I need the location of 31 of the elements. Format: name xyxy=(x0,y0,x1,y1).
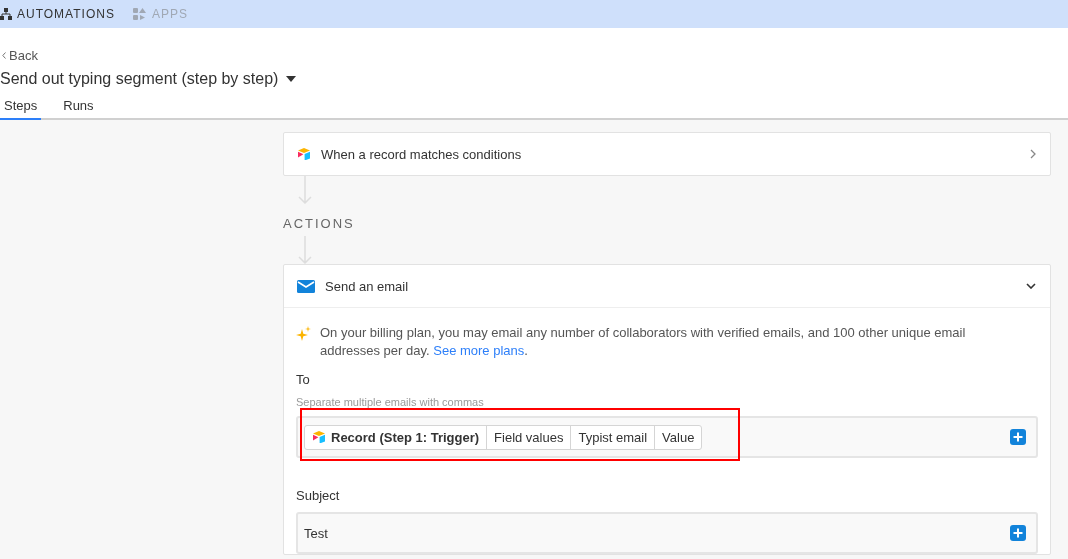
logo-icon xyxy=(312,431,326,443)
hierarchy-icon xyxy=(0,8,12,20)
back-link[interactable]: Back xyxy=(2,48,38,63)
tab[interactable]: Runs xyxy=(59,96,98,120)
sparkle-icon xyxy=(296,326,311,341)
token-chip[interactable]: Typist email xyxy=(570,425,655,449)
chevron-right-icon[interactable] xyxy=(1030,149,1036,159)
apps-icon xyxy=(132,7,147,21)
field-label: To xyxy=(296,372,310,387)
token-chip[interactable]: Record (Step 1: Trigger) xyxy=(305,425,487,449)
automation-title: Send out typing segment (step by step) xyxy=(0,70,279,88)
chevron-down-icon[interactable] xyxy=(1026,283,1036,289)
logo-icon xyxy=(297,148,311,160)
add-icon[interactable] xyxy=(1010,525,1026,541)
section-heading: ACTIONS xyxy=(283,216,355,231)
recipient-field[interactable]: Record (Step 1: Trigger) Field values Typist email Value xyxy=(296,416,1038,458)
trigger-label: When a record matches conditions xyxy=(321,146,523,162)
dropdown-caret-icon[interactable] xyxy=(286,76,297,82)
trigger-card[interactable]: When a record matches conditions xyxy=(284,133,1050,175)
input-field[interactable]: Test xyxy=(296,512,1038,554)
nav-tab[interactable]: AUTOMATIONS xyxy=(0,7,115,21)
field-label: Subject xyxy=(296,488,340,503)
field-hint: Separate multiple emails with commas xyxy=(296,396,485,408)
envelope-icon xyxy=(297,279,315,293)
action-label: Send an email xyxy=(325,278,410,294)
token-chip[interactable]: Field values xyxy=(486,425,571,449)
token-chip[interactable]: Value xyxy=(654,425,702,449)
add-icon[interactable] xyxy=(1010,429,1026,445)
tab[interactable]: Steps xyxy=(0,96,42,120)
chevron-left-icon xyxy=(2,52,6,59)
notice-text: On your billing plan, you may email any number of collaborators with verified emails, and 100 other unique email addresses per day. See more plans. xyxy=(320,324,967,360)
